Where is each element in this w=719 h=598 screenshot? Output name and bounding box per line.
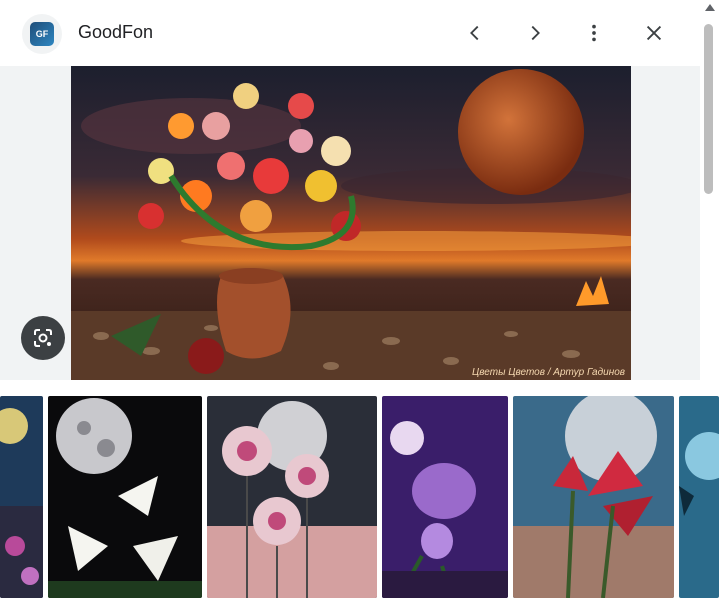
related-image-thumbnail[interactable] (48, 396, 202, 598)
blue-night-image (679, 396, 719, 598)
google-lens-button[interactable] (21, 316, 65, 360)
related-image-thumbnail[interactable] (679, 396, 719, 598)
more-vert-icon (592, 24, 596, 42)
scrollbar[interactable] (700, 0, 719, 380)
goodfon-logo: GF (30, 22, 54, 46)
related-image-thumbnail[interactable] (513, 396, 674, 598)
related-image-thumbnail[interactable] (382, 396, 508, 598)
site-name[interactable]: GoodFon (78, 22, 153, 43)
related-image-thumbnail[interactable] (0, 396, 43, 598)
site-favicon[interactable]: GF (22, 14, 62, 54)
lens-icon (34, 329, 52, 347)
related-images-strip (0, 380, 719, 598)
next-button[interactable] (520, 18, 550, 48)
chevron-right-icon (531, 25, 540, 41)
previous-button[interactable] (460, 18, 490, 48)
related-image-thumbnail[interactable] (207, 396, 377, 598)
moon-dandelions-image (207, 396, 377, 598)
close-icon (646, 25, 662, 41)
close-button[interactable] (639, 18, 669, 48)
moon-purple-rose-image (382, 396, 508, 598)
image-preview-panel: Цветы Цветов / Артур Гадинов (0, 66, 700, 380)
more-options-button[interactable] (579, 18, 609, 48)
flowers-moon-scene (71, 66, 631, 380)
chevron-left-icon (470, 25, 479, 41)
moon-white-lilies-image (48, 396, 202, 598)
moon-purple-flowers-image (0, 396, 43, 598)
image-watermark: Цветы Цветов / Артур Гадинов (472, 367, 625, 378)
moon-red-lilies-image (513, 396, 674, 598)
main-image[interactable]: Цветы Цветов / Артур Гадинов (71, 66, 631, 380)
viewer-header: GF GoodFon (0, 0, 700, 66)
scroll-thumb[interactable] (704, 24, 713, 194)
scroll-up-arrow-icon[interactable] (705, 4, 715, 11)
